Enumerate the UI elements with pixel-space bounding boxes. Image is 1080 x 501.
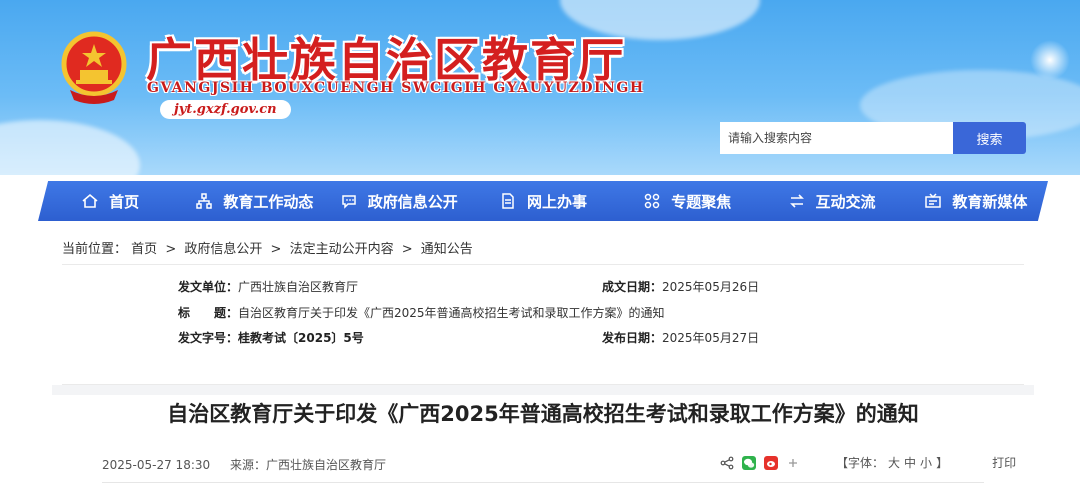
meta-publish: 发布日期：2025年05月27日 bbox=[602, 329, 759, 346]
cloud-decoration bbox=[0, 120, 140, 175]
nav-item-interaction[interactable]: 互动交流 bbox=[759, 191, 903, 212]
font-large-button[interactable]: 大 bbox=[888, 456, 900, 470]
org-chart-icon bbox=[196, 193, 213, 209]
plus-icon[interactable] bbox=[786, 456, 800, 470]
nav-item-label: 专题聚焦 bbox=[671, 192, 732, 211]
sparkle-icon bbox=[1030, 40, 1070, 80]
meta-doc-no: 发文字号：桂教考试〔2025〕5号 bbox=[178, 329, 364, 346]
main-nav: 首页 教育工作动态 政府信息公开 网上办事 专题聚焦 互动交流 教育新媒体 bbox=[38, 181, 1048, 221]
header-banner: 广西壮族自治区教育厅 GVANGJSIH BOUXCUENGH SWCIGIH … bbox=[0, 0, 1080, 175]
nav-item-education-news[interactable]: 教育工作动态 bbox=[182, 191, 326, 212]
breadcrumb-link-statutory[interactable]: 法定主动公开内容 bbox=[290, 242, 394, 257]
weibo-icon[interactable] bbox=[764, 455, 778, 470]
nav-item-label: 互动交流 bbox=[815, 192, 876, 211]
meta-date: 成文日期：2025年05月26日 bbox=[602, 278, 759, 295]
site-subtitle: GVANGJSIH BOUXCUENGH SWCIGIH GYAUYUZDING… bbox=[147, 80, 645, 96]
article-info: 2025-05-27 18:30 来源：广西壮族自治区教育厅 bbox=[102, 456, 386, 473]
document-meta-table: 发文单位：广西壮族自治区教育厅 成文日期：2025年05月26日 标 题：自治区… bbox=[62, 264, 1024, 385]
nav-item-label: 政府信息公开 bbox=[367, 192, 458, 211]
breadcrumb-link-home[interactable]: 首页 bbox=[131, 242, 157, 257]
document-icon bbox=[502, 193, 514, 209]
search-box: 搜索 bbox=[720, 122, 1026, 154]
nav-item-label: 首页 bbox=[109, 192, 140, 211]
meta-title-label: 标 题： bbox=[178, 306, 239, 320]
breadcrumb-separator: > bbox=[401, 242, 413, 257]
nav-item-label: 教育工作动态 bbox=[223, 192, 314, 211]
media-icon bbox=[925, 193, 942, 208]
nav-item-topics[interactable]: 专题聚焦 bbox=[615, 191, 759, 212]
site-url[interactable]: jyt.gxzf.gov.cn bbox=[160, 100, 291, 119]
print-button[interactable]: 打印 bbox=[992, 454, 1016, 471]
search-input[interactable] bbox=[720, 122, 953, 154]
nav-item-label: 教育新媒体 bbox=[952, 192, 1028, 211]
meta-issuer-value: 广西壮族自治区教育厅 bbox=[238, 280, 359, 294]
grid-icon bbox=[645, 193, 660, 209]
font-label-close: 】 bbox=[936, 456, 949, 470]
chat-bubble-icon bbox=[341, 195, 356, 209]
breadcrumb-link-notices[interactable]: 通知公告 bbox=[421, 242, 473, 257]
article-source: 广西壮族自治区教育厅 bbox=[265, 458, 386, 472]
meta-issuer-label: 发文单位： bbox=[178, 280, 239, 294]
meta-doc-no-value: 桂教考试〔2025〕5号 bbox=[238, 331, 364, 345]
nav-item-online-services[interactable]: 网上办事 bbox=[471, 191, 615, 212]
home-icon bbox=[82, 193, 98, 208]
breadcrumb-separator: > bbox=[270, 242, 282, 257]
breadcrumb-separator: > bbox=[165, 242, 177, 257]
exchange-icon bbox=[789, 194, 804, 208]
meta-date-value: 2025年05月26日 bbox=[662, 280, 760, 294]
meta-issuer: 发文单位：广西壮族自治区教育厅 bbox=[178, 278, 358, 295]
national-emblem-icon bbox=[61, 31, 127, 104]
nav-item-home[interactable]: 首页 bbox=[38, 191, 182, 212]
meta-publish-label: 发布日期： bbox=[602, 331, 663, 345]
breadcrumb-link-gov-info[interactable]: 政府信息公开 bbox=[184, 242, 262, 257]
meta-title-value: 自治区教育厅关于印发《广西2025年普通高校招生考试和录取工作方案》的通知 bbox=[238, 306, 665, 320]
meta-title: 标 题：自治区教育厅关于印发《广西2025年普通高校招生考试和录取工作方案》的通… bbox=[178, 304, 665, 321]
article-datetime: 2025-05-27 18:30 bbox=[102, 458, 211, 472]
info-divider bbox=[102, 482, 984, 483]
search-button[interactable]: 搜索 bbox=[953, 122, 1026, 154]
meta-doc-no-label: 发文字号： bbox=[178, 331, 239, 345]
font-size-control: 【字体：大中小】 bbox=[834, 454, 950, 471]
nav-item-gov-info[interactable]: 政府信息公开 bbox=[327, 191, 471, 212]
font-medium-button[interactable]: 中 bbox=[904, 456, 916, 470]
share-icon[interactable] bbox=[720, 456, 734, 470]
article-source-label: 来源： bbox=[229, 458, 266, 472]
wechat-icon[interactable] bbox=[742, 455, 756, 470]
section-divider bbox=[52, 385, 1034, 395]
nav-item-new-media[interactable]: 教育新媒体 bbox=[904, 191, 1048, 212]
article-title: 自治区教育厅关于印发《广西2025年普通高校招生考试和录取工作方案》的通知 bbox=[167, 402, 919, 426]
font-small-button[interactable]: 小 bbox=[920, 456, 932, 470]
meta-date-label: 成文日期： bbox=[602, 280, 663, 294]
article-tools: 【字体：大中小】 打印 bbox=[720, 454, 1016, 471]
meta-publish-value: 2025年05月27日 bbox=[662, 331, 760, 345]
breadcrumb: 当前位置： 首页 > 政府信息公开 > 法定主动公开内容 > 通知公告 bbox=[62, 238, 473, 257]
breadcrumb-prefix: 当前位置： bbox=[62, 242, 128, 257]
nav-item-label: 网上办事 bbox=[526, 192, 587, 211]
font-label-open: 【字体： bbox=[836, 456, 885, 470]
content-area: 当前位置： 首页 > 政府信息公开 > 法定主动公开内容 > 通知公告 发文单位… bbox=[52, 228, 1034, 501]
